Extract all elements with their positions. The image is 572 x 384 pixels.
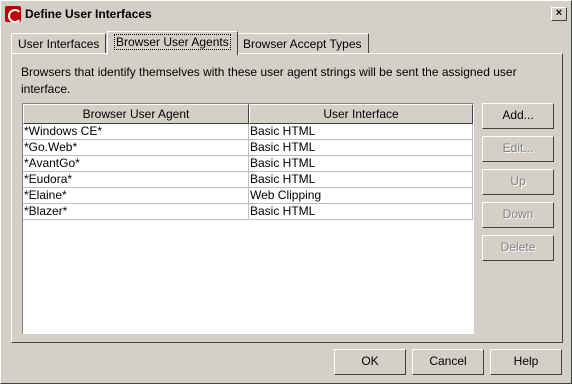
cell-user-agent: *AvantGo* (23, 156, 249, 172)
table-row[interactable]: *AvantGo* Basic HTML (23, 156, 473, 172)
table-row[interactable]: *Blazer* Basic HTML (23, 204, 473, 220)
cell-user-agent: *Blazer* (23, 204, 249, 220)
cell-user-interface: Web Clipping (249, 188, 473, 204)
delete-button[interactable]: Delete (482, 235, 554, 261)
close-button[interactable]: × (551, 7, 567, 21)
cell-user-interface: Basic HTML (249, 156, 473, 172)
tab-label: Browser Accept Types (243, 37, 362, 51)
table-row[interactable]: *Windows CE* Basic HTML (23, 124, 473, 140)
tab-user-interfaces[interactable]: User Interfaces (11, 33, 107, 54)
cell-user-interface: Basic HTML (249, 140, 473, 156)
add-button[interactable]: Add... (482, 103, 554, 129)
user-agent-table[interactable]: Browser User Agent User Interface *Windo… (22, 103, 474, 334)
window-title: Define User Interfaces (25, 7, 152, 21)
move-down-button[interactable]: Down (482, 202, 554, 228)
cell-user-interface: Basic HTML (249, 204, 473, 220)
cell-user-interface: Basic HTML (249, 172, 473, 188)
tab-browser-accept-types[interactable]: Browser Accept Types (236, 33, 369, 54)
table-row[interactable]: *Elaine* Web Clipping (23, 188, 473, 204)
title-bar[interactable]: Define User Interfaces × (3, 3, 569, 25)
cancel-button[interactable]: Cancel (412, 349, 484, 375)
cell-user-agent: *Elaine* (23, 188, 249, 204)
help-button[interactable]: Help (490, 349, 562, 375)
tab-label: User Interfaces (18, 37, 100, 51)
move-up-button[interactable]: Up (482, 169, 554, 195)
cell-user-interface: Basic HTML (249, 124, 473, 140)
column-header-user-interface[interactable]: User Interface (249, 104, 473, 124)
column-header-browser-user-agent[interactable]: Browser User Agent (23, 104, 249, 124)
cell-user-agent: *Eudora* (23, 172, 249, 188)
tab-browser-user-agents[interactable]: Browser User Agents (107, 31, 238, 55)
cell-user-agent: *Go.Web* (23, 140, 249, 156)
table-row[interactable]: *Go.Web* Basic HTML (23, 140, 473, 156)
app-logo-icon (5, 6, 22, 23)
define-user-interfaces-dialog: Define User Interfaces × User Interfaces… (0, 0, 572, 384)
tab-panel: Browsers that identify themselves with t… (11, 53, 563, 343)
ok-button[interactable]: OK (334, 349, 406, 375)
table-header: Browser User Agent User Interface (23, 104, 473, 124)
cell-user-agent: *Windows CE* (23, 124, 249, 140)
description-text: Browsers that identify themselves with t… (21, 65, 517, 96)
edit-button[interactable]: Edit... (482, 136, 554, 162)
tab-label: Browser User Agents (114, 34, 231, 50)
table-row[interactable]: *Eudora* Basic HTML (23, 172, 473, 188)
